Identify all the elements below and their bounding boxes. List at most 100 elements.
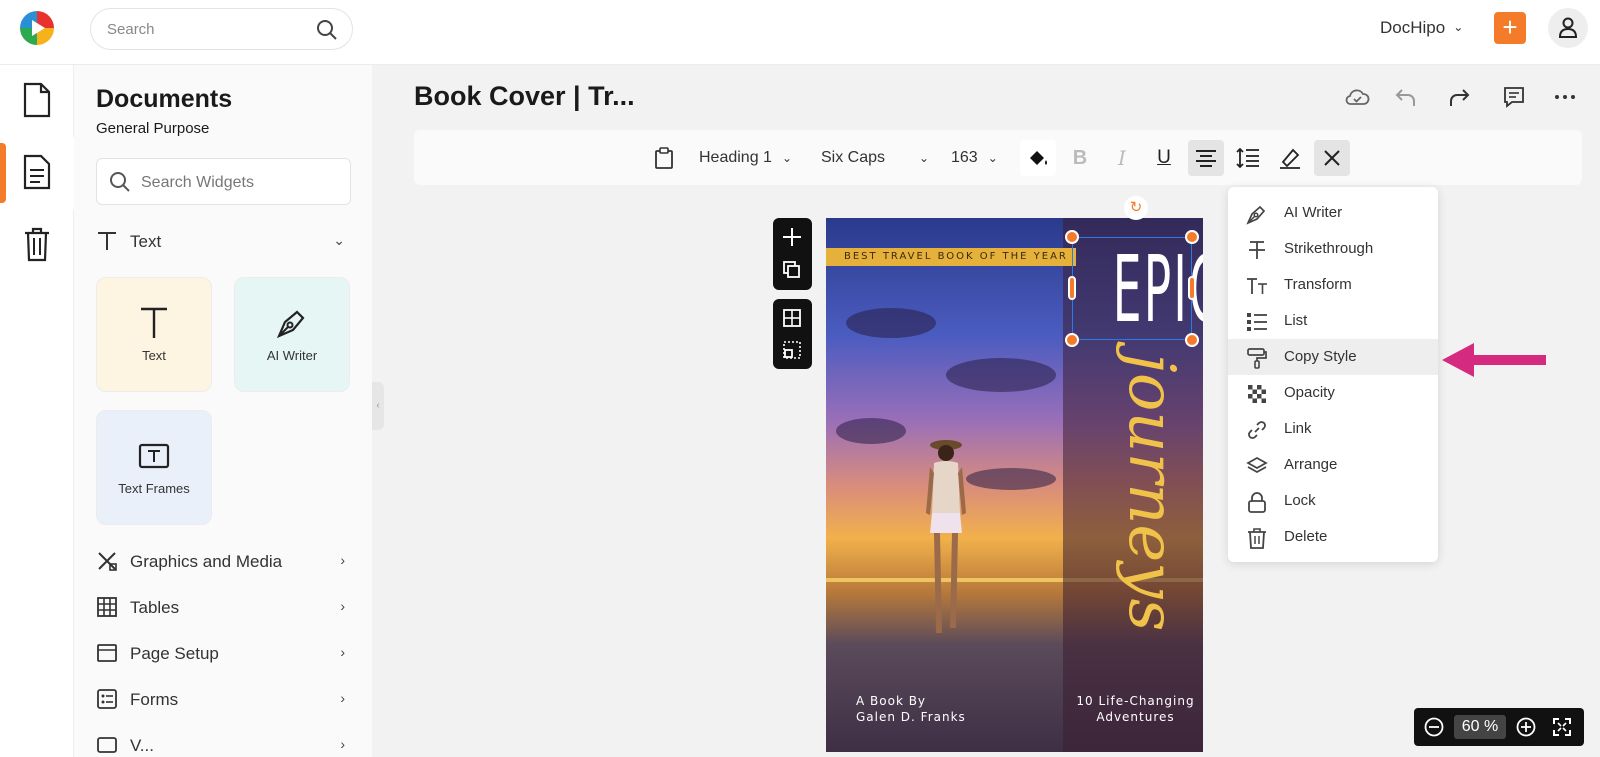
rail-trash[interactable] [0, 209, 74, 281]
cloud-shape [836, 418, 906, 444]
italic-button[interactable]: I [1104, 140, 1140, 176]
zoom-unit: % [1484, 718, 1499, 735]
author-line-1: A Book By [856, 694, 927, 708]
undo-icon[interactable] [1393, 84, 1419, 110]
font-family-dropdown[interactable]: Six Caps ⌄ [821, 130, 929, 185]
list-icon [1247, 313, 1267, 331]
chevron-right-icon: › [340, 644, 345, 660]
widget-search-input[interactable]: Search Widgets [96, 158, 351, 205]
resize-handle-top-right[interactable] [1185, 230, 1199, 244]
font-size-dropdown[interactable]: 163 ⌄ [951, 130, 998, 185]
menu-item-link[interactable]: Link [1228, 411, 1438, 447]
section-forms[interactable]: Forms › [96, 686, 351, 716]
duplicate-icon[interactable] [782, 260, 802, 280]
rail-widgets[interactable] [0, 137, 74, 209]
user-avatar[interactable] [1548, 8, 1588, 48]
pen-nib-icon [1246, 205, 1266, 225]
zoom-in-icon[interactable] [1516, 717, 1536, 737]
menu-item-delete[interactable]: Delete [1228, 519, 1438, 555]
menu-item-list[interactable]: List [1228, 303, 1438, 339]
underline-button[interactable]: U [1146, 140, 1182, 176]
strikethrough-icon [1249, 241, 1265, 259]
widget-tile-text-frames[interactable]: Text Frames [96, 410, 212, 525]
lock-icon [1248, 492, 1266, 513]
video-icon [97, 737, 117, 753]
chevron-down-icon: ⌄ [333, 232, 345, 248]
menu-item-arrange[interactable]: Arrange [1228, 447, 1438, 483]
highlight-button[interactable] [1272, 140, 1308, 176]
widget-tile-ai-writer[interactable]: AI Writer [234, 277, 350, 392]
close-toolbar-button[interactable] [1314, 140, 1350, 176]
section-text[interactable]: Text ⌄ [96, 228, 351, 258]
cloud-shape [966, 468, 1056, 490]
add-icon[interactable] [782, 227, 802, 247]
redo-icon[interactable] [1446, 84, 1472, 110]
menu-item-label: Arrange [1284, 456, 1338, 473]
more-options-icon[interactable] [1552, 84, 1578, 110]
close-icon [1324, 150, 1340, 166]
panel-collapse-handle[interactable]: ‹ [372, 382, 384, 430]
search-icon[interactable] [316, 19, 338, 41]
format-toolbar: Heading 1 ⌄ Six Caps ⌄ 163 ⌄ B I U [414, 130, 1582, 185]
fill-color-button[interactable] [1020, 140, 1056, 176]
menu-item-ai-writer[interactable]: AI Writer [1228, 195, 1438, 231]
zoom-out-icon[interactable] [1424, 717, 1444, 737]
resize-handle-bottom-left[interactable] [1065, 333, 1079, 347]
section-label: Forms [130, 690, 179, 709]
selection-box[interactable] [1072, 237, 1192, 340]
document-text-icon [23, 154, 51, 190]
create-new-button[interactable]: + [1494, 12, 1526, 44]
menu-item-strikethrough[interactable]: Strikethrough [1228, 231, 1438, 267]
comment-icon[interactable] [1501, 84, 1527, 110]
section-more[interactable]: V... › [96, 732, 351, 757]
highlighter-icon [1280, 148, 1300, 169]
document-icon [23, 82, 51, 118]
section-graphics-media[interactable]: Graphics and Media › [96, 548, 351, 578]
paste-button[interactable] [646, 140, 682, 176]
fullscreen-icon[interactable] [1552, 717, 1572, 737]
resize-handle-left[interactable] [1068, 276, 1076, 300]
menu-item-lock[interactable]: Lock [1228, 483, 1438, 519]
cover-script-text[interactable]: journeys [1081, 353, 1203, 683]
zoom-value[interactable]: 60 % [1454, 715, 1506, 739]
context-menu: AI Writer Strikethrough Transform List C… [1228, 187, 1438, 562]
section-label: Page Setup [130, 644, 219, 663]
cover-author[interactable]: A Book By Galen D. Franks [856, 693, 966, 725]
select-area-icon[interactable] [782, 340, 802, 360]
widget-tile-text[interactable]: Text [96, 277, 212, 392]
cloud-save-icon[interactable] [1344, 84, 1370, 110]
resize-handle-right[interactable] [1188, 276, 1196, 300]
subtitle-line-2: Adventures [1096, 710, 1175, 724]
workspace-dropdown[interactable]: DocHipo ⌄ [1380, 18, 1463, 38]
bold-button[interactable]: B [1062, 140, 1098, 176]
menu-item-opacity[interactable]: Opacity [1228, 375, 1438, 411]
menu-item-label: AI Writer [1284, 204, 1343, 221]
text-style-dropdown[interactable]: Heading 1 ⌄ [699, 130, 792, 185]
align-center-button[interactable] [1188, 140, 1224, 176]
line-height-icon [1236, 147, 1259, 169]
rotate-handle-icon[interactable]: ↻ [1124, 196, 1148, 220]
rail-documents[interactable] [0, 65, 74, 137]
resize-handle-top-left[interactable] [1065, 230, 1079, 244]
cover-subtitle[interactable]: 10 Life-Changing Adventures [1068, 693, 1203, 725]
resize-handle-bottom-right[interactable] [1185, 333, 1199, 347]
section-tables[interactable]: Tables › [96, 594, 351, 624]
menu-item-transform[interactable]: Transform [1228, 267, 1438, 303]
book-cover-canvas[interactable]: BEST TRAVEL BOOK OF THE YEAR EPIC journe… [826, 218, 1203, 752]
section-page-setup[interactable]: Page Setup › [96, 640, 351, 670]
menu-item-copy-style[interactable]: Copy Style [1228, 339, 1438, 375]
checkerboard-icon [1248, 385, 1266, 403]
section-label: V... [130, 736, 154, 755]
widget-search-placeholder: Search Widgets [141, 174, 254, 191]
grid-icon[interactable] [782, 308, 802, 328]
chevron-down-icon: ⌄ [987, 150, 998, 165]
clipboard-icon [655, 147, 673, 169]
chevron-down-icon: ⌄ [1453, 20, 1464, 34]
form-icon [97, 689, 117, 709]
document-title[interactable]: Book Cover | Tr... [414, 81, 635, 112]
line-height-button[interactable] [1230, 140, 1266, 176]
user-icon [1558, 17, 1578, 38]
app-logo-icon[interactable] [18, 9, 56, 47]
global-search-input[interactable]: Search [90, 8, 353, 50]
align-center-icon [1196, 150, 1216, 167]
